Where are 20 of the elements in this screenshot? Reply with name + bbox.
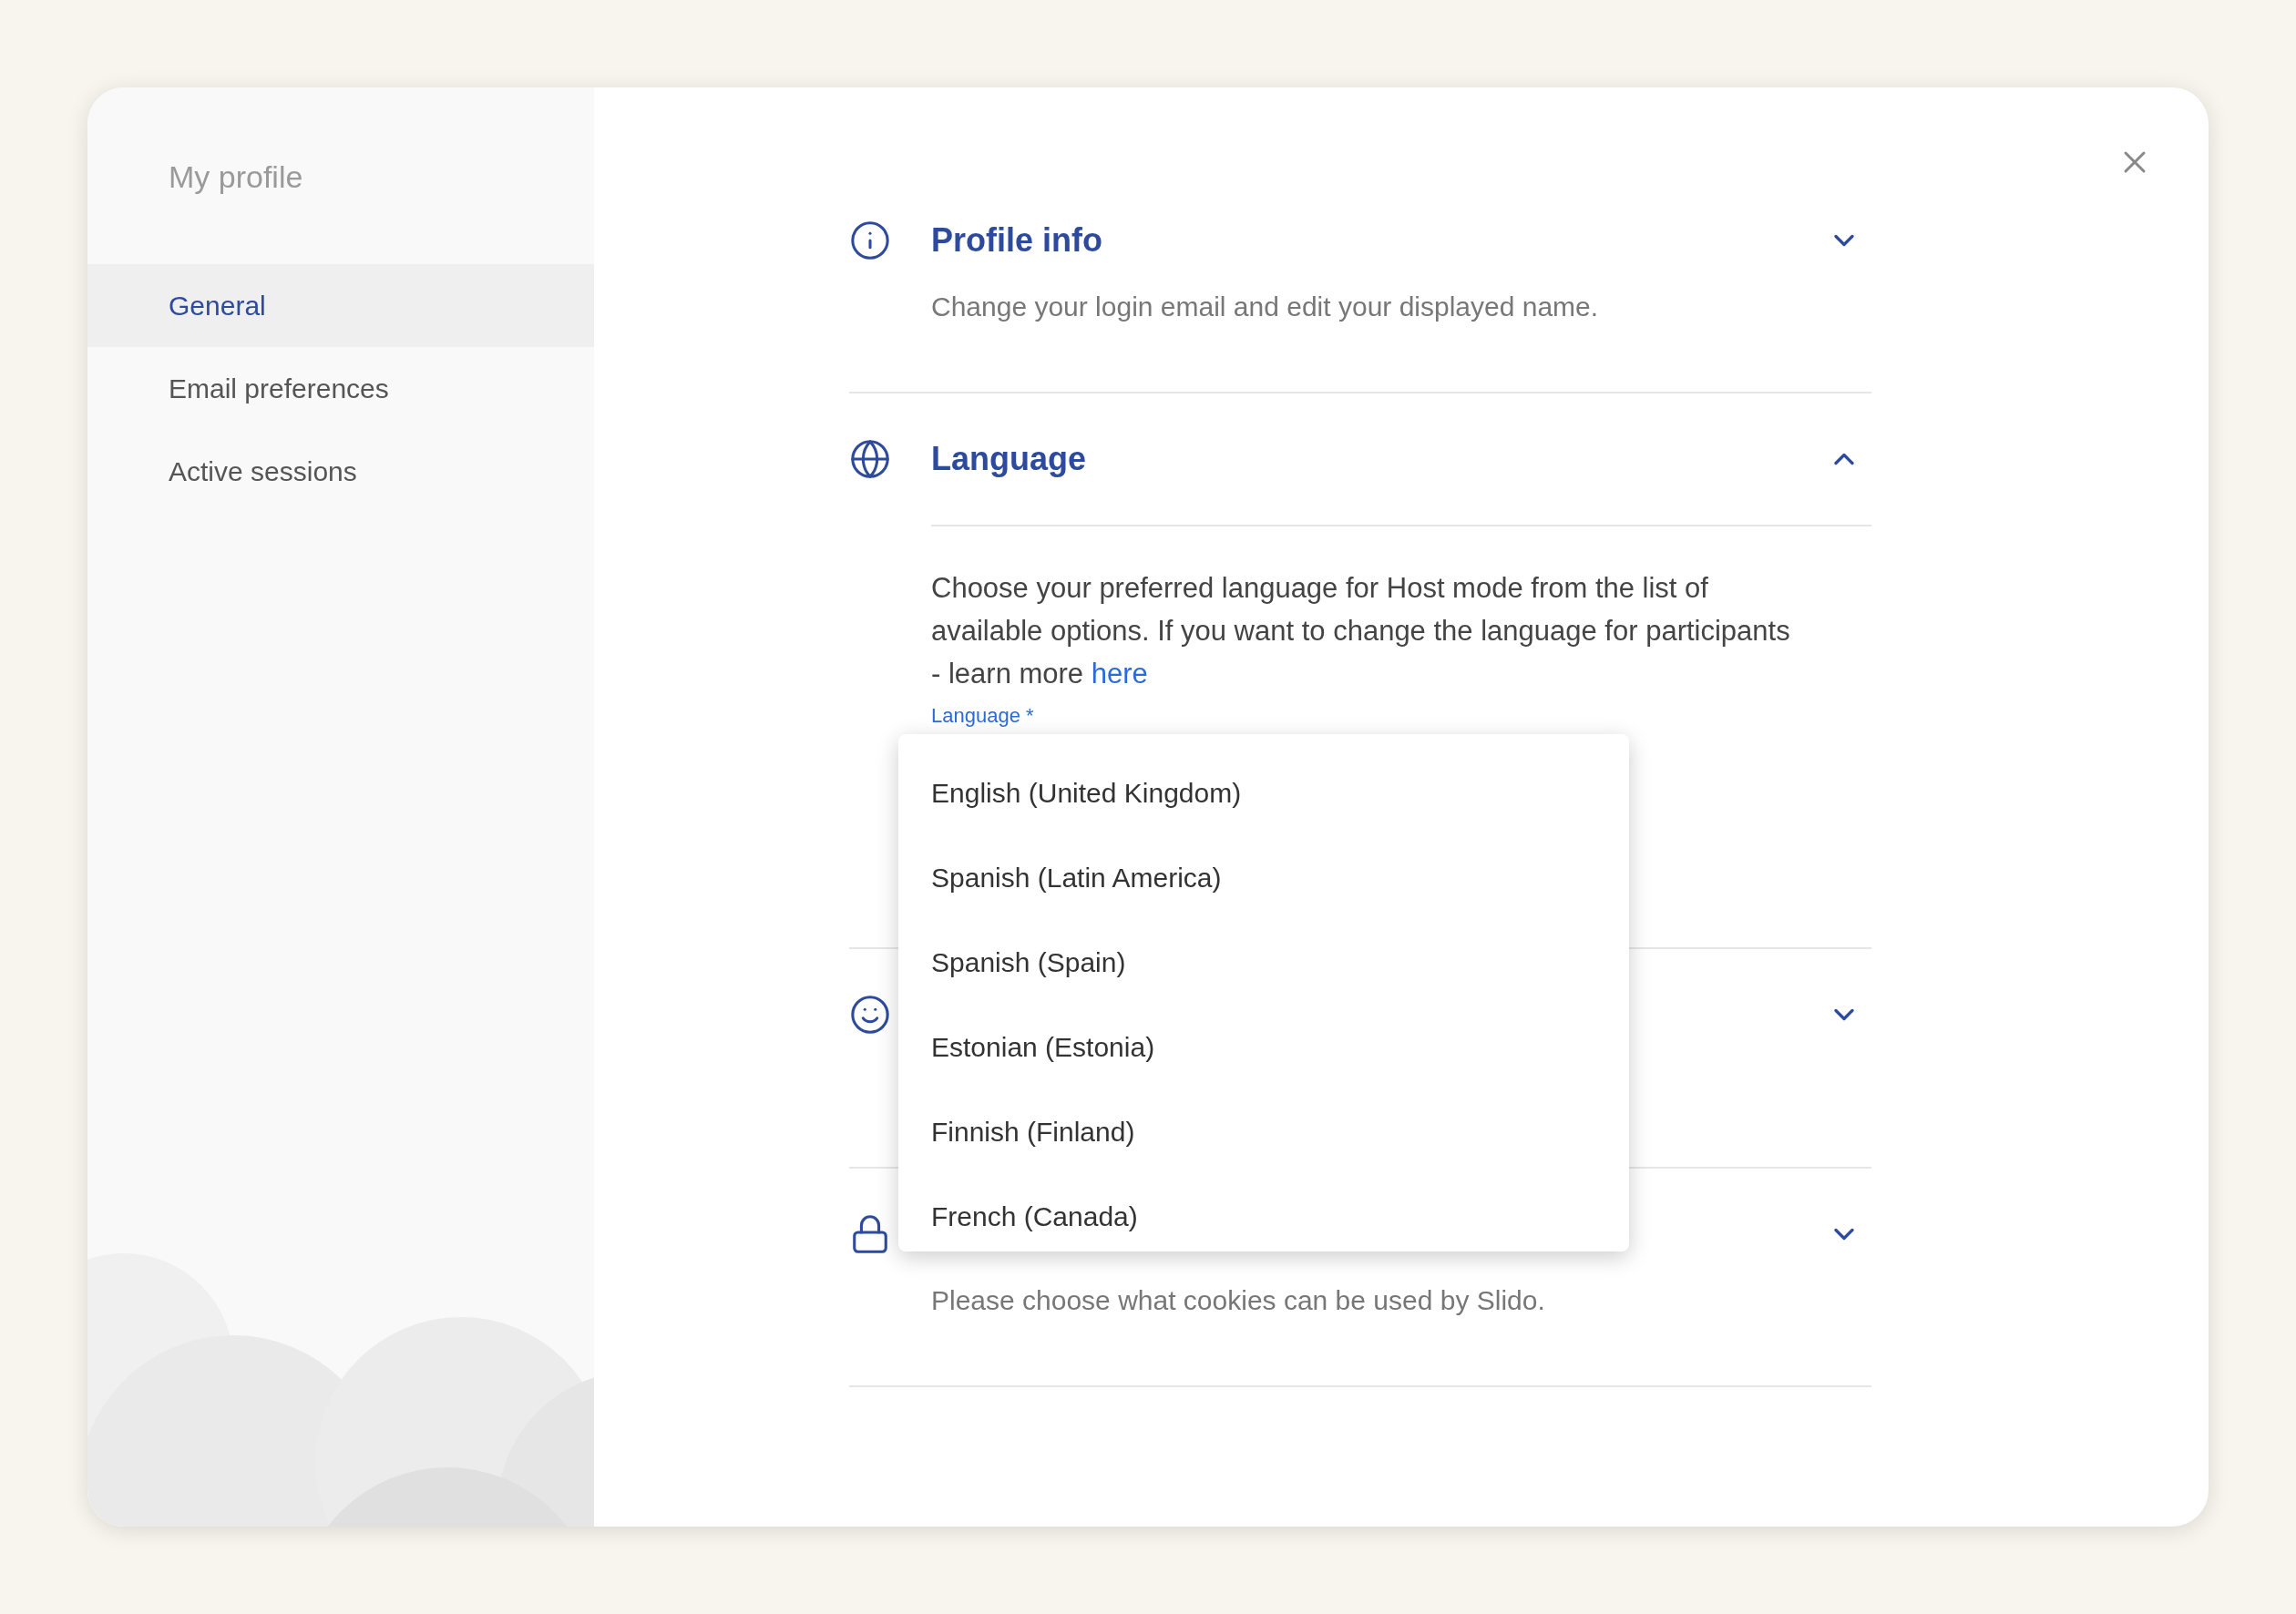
section-title: Profile info xyxy=(931,221,1102,259)
dropdown-option[interactable]: Spanish (Spain) xyxy=(898,920,1629,1005)
section-description: Please choose what cookies can be used by Slido. xyxy=(931,1284,1546,1317)
smile-icon xyxy=(849,994,891,1036)
dropdown-option[interactable]: English (United Kingdom) xyxy=(898,751,1629,835)
sidebar-item[interactable]: Email preferences xyxy=(87,347,594,430)
field-label: Language * xyxy=(931,706,1034,726)
section-title: Language xyxy=(931,440,1086,477)
dropdown-option[interactable]: Estonian (Estonia) xyxy=(898,1005,1629,1089)
dropdown-option[interactable]: Finnish (Finland) xyxy=(898,1089,1629,1174)
info-icon xyxy=(849,220,891,261)
dropdown-option[interactable]: Spanish (Latin America) xyxy=(898,835,1629,920)
sidebar-item[interactable]: General xyxy=(87,264,594,347)
sidebar-item[interactable]: Active sessions xyxy=(87,430,594,513)
globe-icon xyxy=(849,438,891,480)
here-link[interactable]: here xyxy=(1091,658,1148,690)
section-description: Change your login email and edit your displayed name. xyxy=(931,291,1600,323)
dropdown-option[interactable]: French (Canada) xyxy=(898,1174,1629,1251)
sidebar-title: My profile xyxy=(169,158,303,196)
language-description: Choose your preferred language for Host mode from the list of available options. If you want to change the language for participants - learn more here xyxy=(931,571,1791,691)
